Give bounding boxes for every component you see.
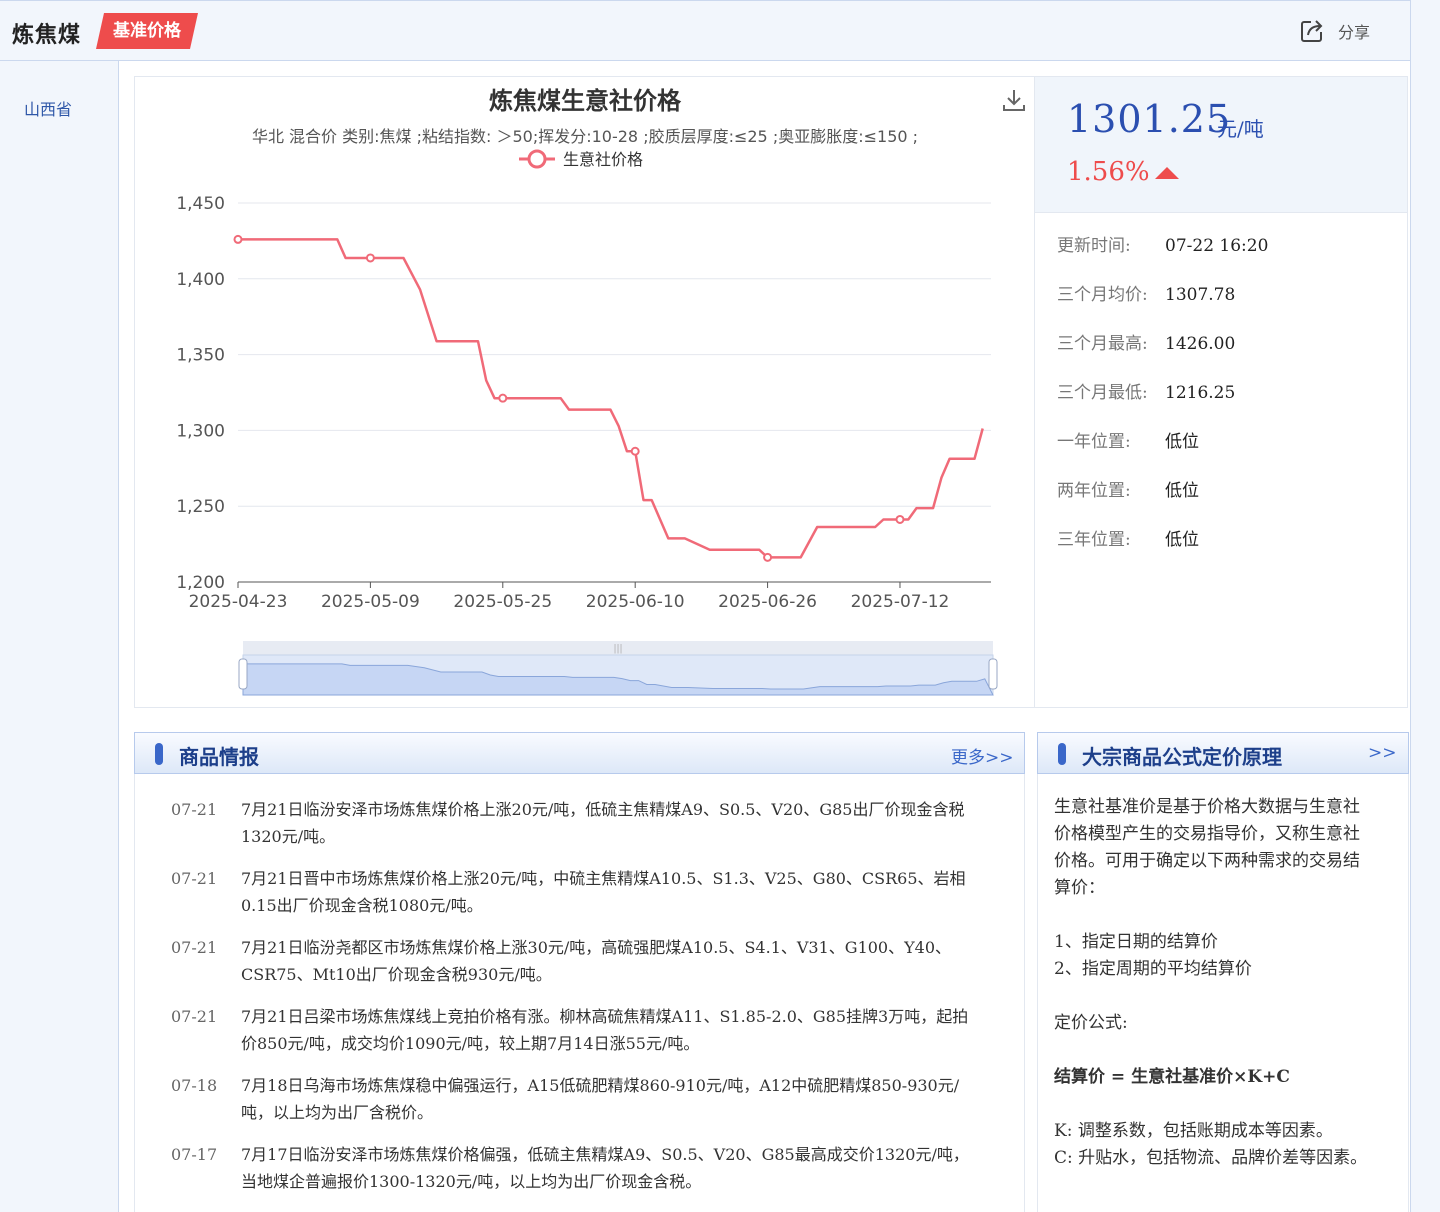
price-summary-card: 1301.25 元/吨 1.56% 更新时间: 07-22 16:20 三个月均价:…	[1034, 76, 1408, 708]
data-point	[498, 393, 508, 403]
stat-value: 07-22 16:20	[1165, 236, 1269, 256]
data-point	[630, 446, 640, 456]
y-tick-label: 1,400	[176, 270, 225, 290]
stat-label: 三个月最高:	[1057, 334, 1148, 354]
news-date: 07-21	[171, 938, 218, 957]
price-line-chart: 生意社价格 1,200 1,250 1,300 1,350 1,400 1,450 2025-…	[176, 149, 998, 696]
share-icon	[1301, 20, 1323, 42]
news-headline[interactable]: 7月21日吕梁市场炼焦煤线上竞拍价格有涨。柳林高硫焦精煤A11、S1.85-2.…	[241, 1003, 981, 1057]
x-tick-label: 2025-06-10	[586, 592, 685, 612]
current-price: 1301.25	[1067, 97, 1232, 141]
benchmark-price-badge[interactable]: 基准价格	[96, 13, 198, 49]
formula-line: 1、指定日期的结算价	[1054, 932, 1218, 952]
series-line	[238, 238, 984, 559]
news-panel-title: 商品情报	[179, 745, 259, 769]
stat-value: 低位	[1165, 481, 1199, 501]
share-button[interactable]: 分享	[1298, 17, 1370, 45]
news-headline[interactable]: 7月18日乌海市场炼焦煤稳中偏强运行，A15低硫肥精煤860-910元/吨，A1…	[241, 1072, 981, 1126]
news-headline[interactable]: 7月21日临汾安泽市场炼焦煤价格上涨20元/吨，低硫主焦精煤A9、S0.5、V2…	[241, 796, 981, 850]
panel-marker-icon	[1058, 743, 1066, 765]
data-point	[895, 514, 905, 524]
share-label: 分享	[1338, 23, 1371, 42]
x-tick-label: 2025-06-26	[718, 592, 817, 612]
stat-label: 三个月均价:	[1057, 285, 1148, 305]
formula-line: C: 升贴水，包括物流、品牌价差等因素。	[1054, 1148, 1368, 1168]
stat-row: 三年位置: 低位	[1057, 528, 1199, 552]
news-date: 07-21	[171, 869, 218, 888]
app: 炼焦煤 基准价格 分享 山西省 生意社价格 1,200 1,250 1,300 1,35…	[0, 0, 1440, 1212]
stat-value: 1426.00	[1165, 334, 1236, 354]
datazoom-handle-right[interactable]	[988, 658, 998, 690]
formula-line: 算价：	[1054, 878, 1105, 898]
stat-value: 低位	[1165, 530, 1199, 550]
formula-line: 生意社基准价是基于价格大数据与生意社	[1054, 797, 1360, 817]
news-panel-header: 商品情报 更多>>	[134, 732, 1025, 774]
formula-line: 价格模型产生的交易指导价，又称生意社	[1054, 824, 1360, 844]
formula-line: K: 调整系数，包括账期成本等因素。	[1054, 1121, 1333, 1141]
formula-more-link[interactable]: >>	[1368, 743, 1397, 763]
y-tick-label: 1,250	[176, 497, 225, 517]
formula-line: 价格。可用于确定以下两种需求的交易结	[1054, 851, 1360, 871]
x-tick-label: 2025-05-09	[321, 592, 420, 612]
formula-line: 结算价 = 生意社基准价×K+C	[1054, 1067, 1290, 1087]
price-chart-card: 生意社价格 1,200 1,250 1,300 1,350 1,400 1,450 2025-…	[134, 76, 1035, 708]
data-point	[233, 234, 243, 244]
stat-label: 三个月最低:	[1057, 383, 1148, 403]
page-title: 炼焦煤	[12, 22, 82, 48]
stat-label: 三年位置:	[1057, 530, 1131, 550]
data-point	[365, 253, 375, 263]
y-tick-label: 1,200	[176, 573, 225, 593]
stat-value: 低位	[1165, 432, 1199, 452]
chart-title: 炼焦煤生意社价格	[489, 87, 681, 115]
news-headline[interactable]: 7月17日临汾安泽市场炼焦煤价格偏强，低硫主焦精煤A9、S0.5、V20、G85…	[241, 1141, 981, 1195]
news-date: 07-21	[171, 800, 218, 819]
panel-marker-icon	[155, 743, 163, 765]
stat-row: 更新时间: 07-22 16:20	[1057, 234, 1268, 258]
stat-row: 三个月最低: 1216.25	[1057, 381, 1235, 405]
data-point	[763, 552, 773, 562]
x-tick-label: 2025-05-25	[453, 592, 552, 612]
legend-marker	[527, 149, 547, 169]
price-header: 1301.25 元/吨 1.56%	[1035, 77, 1407, 213]
formula-line: 定价公式:	[1054, 1013, 1128, 1033]
stat-row: 三个月均价: 1307.78	[1057, 283, 1235, 307]
formula-line: 2、指定周期的平均结算价	[1054, 959, 1252, 979]
formula-panel-title: 大宗商品公式定价原理	[1082, 745, 1282, 769]
stat-row: 两年位置: 低位	[1057, 479, 1199, 503]
stat-label: 更新时间:	[1057, 236, 1131, 256]
stat-label: 两年位置:	[1057, 481, 1131, 501]
y-tick-label: 1,350	[176, 346, 225, 366]
price-unit: 元/吨	[1217, 117, 1264, 141]
datazoom-grip-icon: |||	[613, 644, 622, 654]
y-tick-label: 1,300	[176, 421, 225, 441]
stat-row: 一年位置: 低位	[1057, 430, 1199, 454]
top-bar: 炼焦煤 基准价格 分享	[0, 0, 1411, 61]
chart-subtitle: 华北 混合价 类别:焦煤 ;粘结指数: ＞50;挥发分:10-28 ;胶质层厚度…	[251, 127, 919, 146]
formula-panel-header: 大宗商品公式定价原理 >>	[1037, 732, 1409, 774]
news-headline[interactable]: 7月21日临汾尧都区市场炼焦煤价格上涨30元/吨，高硫强肥煤A10.5、S4.1…	[241, 934, 981, 988]
stat-label: 一年位置:	[1057, 432, 1131, 452]
news-date: 07-21	[171, 1007, 218, 1026]
news-list: 07-21 7月21日临汾安泽市场炼焦煤价格上涨20元/吨，低硫主焦精煤A9、S0…	[134, 774, 1025, 1212]
y-tick-label: 1,450	[176, 194, 225, 214]
x-tick-label: 2025-04-23	[189, 592, 288, 612]
x-tick-label: 2025-07-12	[851, 592, 950, 612]
legend-label: 生意社价格	[563, 150, 643, 169]
news-date: 07-17	[171, 1145, 218, 1164]
news-more-link[interactable]: 更多>>	[951, 743, 1014, 768]
download-icon[interactable]	[1001, 87, 1027, 113]
datazoom-handle-left[interactable]	[238, 658, 248, 690]
news-date: 07-18	[171, 1076, 218, 1095]
news-headline[interactable]: 7月21日晋中市场炼焦煤价格上涨20元/吨，中硫主焦精煤A10.5、S1.3、V…	[241, 865, 981, 919]
stat-value: 1216.25	[1165, 383, 1236, 403]
stat-row: 三个月最高: 1426.00	[1057, 332, 1235, 356]
arrow-up-icon	[1155, 167, 1179, 179]
sidebar-item-shanxi[interactable]: 山西省	[24, 96, 72, 120]
stat-value: 1307.78	[1165, 285, 1236, 305]
price-change-percent: 1.56%	[1067, 157, 1150, 187]
formula-text: 生意社基准价是基于价格大数据与生意社 价格模型产生的交易指导价，又称生意社 价格。可…	[1037, 774, 1409, 1212]
